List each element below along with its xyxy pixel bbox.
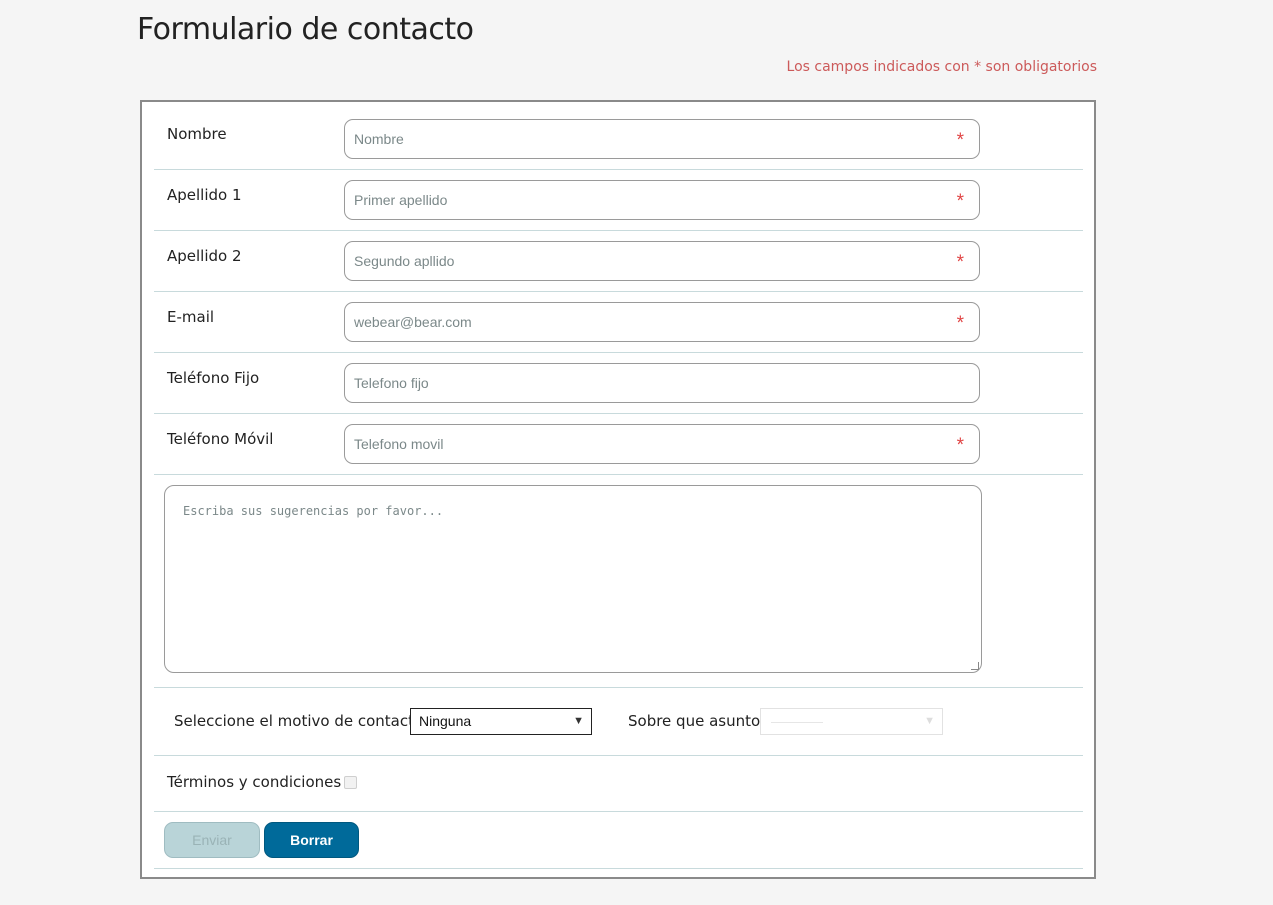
telefono-fijo-input[interactable] <box>345 364 925 402</box>
dropdown-arrow-icon: ▼ <box>924 715 935 727</box>
terms-label: Términos y condiciones <box>167 773 342 791</box>
select-row: Seleccione el motivo de contacto: Ningun… <box>154 688 1083 756</box>
field-row-nombre: Nombre * <box>154 119 1083 170</box>
contact-reason-select[interactable]: Ninguna ▼ <box>410 708 592 735</box>
apellido-2-input-wrapper: * <box>344 241 980 281</box>
nombre-input-wrapper: * <box>344 119 980 159</box>
required-fields-note: Los campos indicados con * son obligator… <box>786 59 1097 75</box>
contact-form: Nombre * Apellido 1 * Apellido 2 * E-mai… <box>140 100 1096 879</box>
field-row-apellido-1: Apellido 1 * <box>154 180 1083 231</box>
resize-grip-icon[interactable] <box>971 662 979 670</box>
send-button[interactable]: Enviar <box>164 822 260 858</box>
required-asterisk: * <box>956 252 964 273</box>
field-row-telefono-fijo: Teléfono Fijo <box>154 363 1083 414</box>
clear-button[interactable]: Borrar <box>264 822 359 858</box>
subject-select[interactable]: ▼ <box>760 708 943 735</box>
telefono-fijo-input-wrapper <box>344 363 980 403</box>
telefono-movil-input-wrapper: * <box>344 424 980 464</box>
apellido-1-input-wrapper: * <box>344 180 980 220</box>
field-label-telefono-fijo: Teléfono Fijo <box>167 369 260 387</box>
field-label-email: E-mail <box>167 308 215 326</box>
field-label-apellido-2: Apellido 2 <box>167 247 242 265</box>
required-asterisk: * <box>956 130 964 151</box>
suggestions-textarea-wrapper <box>164 485 982 673</box>
required-asterisk: * <box>956 313 964 334</box>
field-row-telefono-movil: Teléfono Móvil * <box>154 424 1083 475</box>
required-asterisk: * <box>956 435 964 456</box>
dropdown-arrow-icon: ▼ <box>573 715 584 727</box>
apellido-1-input[interactable] <box>345 181 925 219</box>
nombre-input[interactable] <box>345 120 925 158</box>
empty-option-line <box>771 722 823 723</box>
page-title: Formulario de contacto <box>137 12 474 47</box>
terms-row: Términos y condiciones <box>154 756 1083 812</box>
contact-reason-label: Seleccione el motivo de contacto: <box>174 712 429 730</box>
email-input[interactable] <box>345 303 925 341</box>
subject-label: Sobre que asunto: <box>628 712 766 730</box>
telefono-movil-input[interactable] <box>345 425 925 463</box>
suggestions-textarea[interactable] <box>165 486 981 672</box>
contact-reason-selected-value: Ninguna <box>419 713 472 729</box>
required-asterisk: * <box>956 191 964 212</box>
field-label-telefono-movil: Teléfono Móvil <box>167 430 274 448</box>
field-label-nombre: Nombre <box>167 125 227 143</box>
buttons-row: Enviar Borrar <box>154 812 1083 869</box>
email-input-wrapper: * <box>344 302 980 342</box>
field-row-email: E-mail * <box>154 302 1083 353</box>
terms-checkbox[interactable] <box>344 776 357 789</box>
field-label-apellido-1: Apellido 1 <box>167 186 242 204</box>
field-row-apellido-2: Apellido 2 * <box>154 241 1083 292</box>
apellido-2-input[interactable] <box>345 242 925 280</box>
